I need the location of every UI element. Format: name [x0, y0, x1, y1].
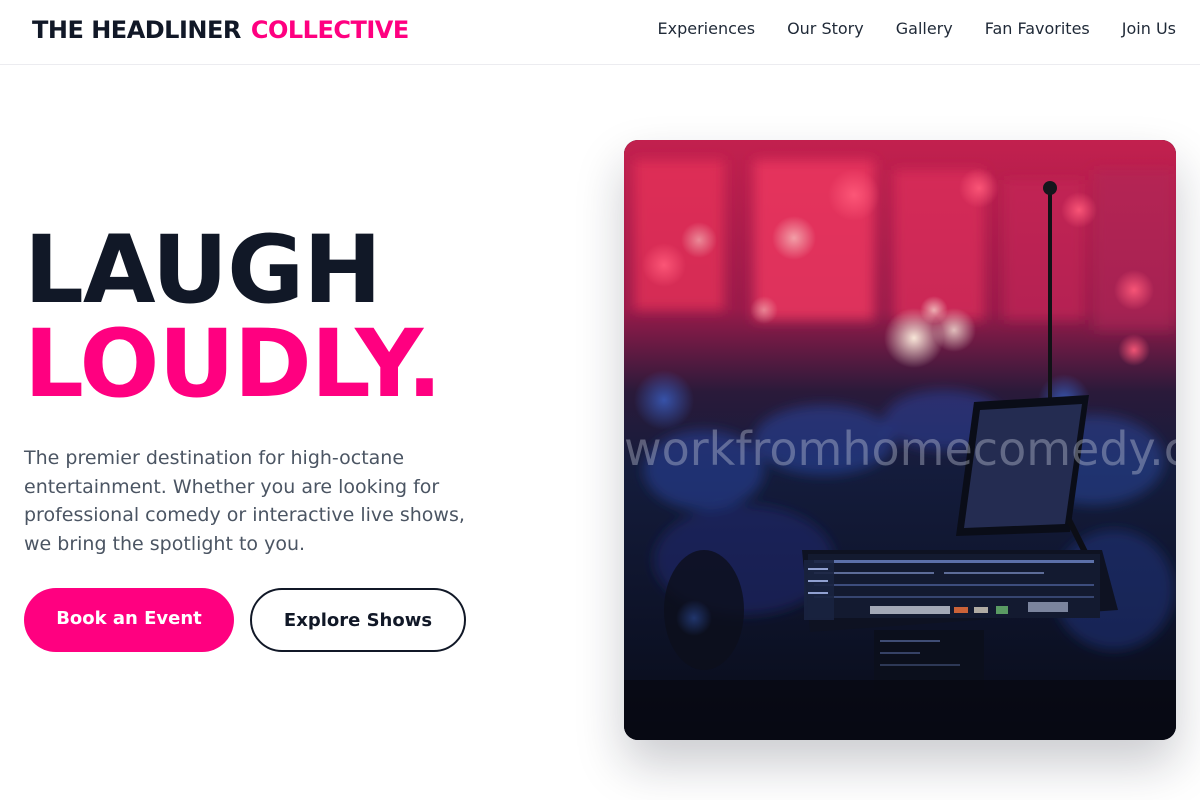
brand-logo[interactable]: THE HEADLINER COLLECTIVE [32, 16, 409, 44]
explore-shows-button[interactable]: Explore Shows [250, 588, 466, 652]
hero-headline: LAUGH LOUDLY. [24, 216, 442, 419]
site-header: THE HEADLINER COLLECTIVE Experiences Our … [0, 0, 1200, 65]
nav-link-our-story[interactable]: Our Story [787, 19, 864, 38]
brand-name-accent: COLLECTIVE [250, 16, 409, 44]
brand-name-primary: THE HEADLINER [32, 16, 241, 44]
nav-link-join-us[interactable]: Join Us [1122, 19, 1176, 38]
nav-link-experiences[interactable]: Experiences [658, 19, 756, 38]
nav-link-fan-favorites[interactable]: Fan Favorites [985, 19, 1090, 38]
nav-link-gallery[interactable]: Gallery [896, 19, 953, 38]
hero-description: The premier destination for high-octane … [24, 447, 465, 555]
hero-image: workfromhomecomedy.com [624, 140, 1176, 740]
image-watermark: workfromhomecomedy.com [624, 422, 1176, 476]
book-event-button[interactable]: Book an Event [24, 588, 234, 652]
main-nav: Experiences Our Story Gallery Fan Favori… [658, 19, 1177, 38]
headline-line-2: LOUDLY. [24, 310, 442, 419]
headline-line-1: LAUGH [24, 216, 382, 325]
